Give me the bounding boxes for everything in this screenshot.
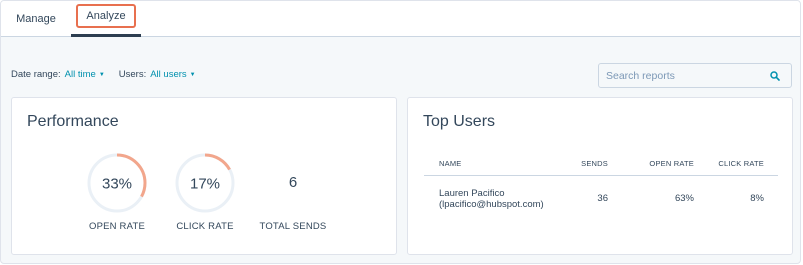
users-label: Users:	[118, 69, 147, 80]
user-cell: Lauren Pacifico (lpacifico@hubspot.com)	[424, 175, 554, 210]
click-rate-donut: 17%	[175, 153, 235, 213]
total-sends-label: TOTAL SENDS	[259, 221, 327, 232]
column-header-click-rate[interactable]: CLICK RATE	[694, 152, 778, 176]
total-sends-stat: 6 TOTAL SENDS	[252, 152, 334, 232]
tab-manage[interactable]: Manage	[9, 1, 63, 37]
performance-card: Performance 33% OPEN RATE 17% CLICK RATE…	[11, 97, 397, 255]
tab-analyze-label: Analyze	[76, 3, 136, 28]
click-rate-stat: 17% CLICK RATE	[165, 152, 245, 232]
top-users-title: Top Users	[423, 113, 496, 130]
search-input[interactable]	[599, 64, 769, 87]
tab-analyze[interactable]: Analyze	[71, 1, 141, 37]
tab-bar: Manage Analyze	[1, 1, 800, 37]
users-dropdown[interactable]: All users	[150, 69, 186, 80]
column-header-open-rate[interactable]: OPEN RATE	[608, 152, 694, 176]
chevron-down-icon[interactable]: ▼	[99, 72, 105, 78]
date-range-dropdown[interactable]: All time	[65, 69, 96, 80]
table-header-row: NAME SENDS OPEN RATE CLICK RATE	[424, 152, 778, 176]
user-email: (lpacifico@hubspot.com)	[439, 198, 544, 210]
open-rate-label: OPEN RATE	[89, 221, 145, 232]
column-header-sends[interactable]: SENDS	[554, 152, 608, 176]
total-sends-value: 6	[288, 174, 298, 191]
top-users-table: NAME SENDS OPEN RATE CLICK RATE Lauren P…	[424, 152, 778, 210]
reports-panel: Manage Analyze Date range: All time ▼ Us…	[0, 0, 801, 264]
top-users-card: Top Users NAME SENDS OPEN RATE CLICK RAT…	[407, 97, 793, 255]
open-rate-stat: 33% OPEN RATE	[77, 152, 157, 232]
search-box	[598, 63, 792, 88]
filter-bar: Date range: All time ▼ Users: All users …	[11, 69, 210, 80]
user-name: Lauren Pacifico	[439, 187, 505, 199]
sends-cell: 36	[597, 193, 608, 204]
date-range-label: Date range:	[11, 69, 61, 80]
open-rate-donut: 33%	[87, 153, 147, 213]
chevron-down-icon[interactable]: ▼	[190, 72, 196, 78]
performance-title: Performance	[27, 113, 119, 130]
table-row: Lauren Pacifico (lpacifico@hubspot.com) …	[424, 175, 778, 210]
click-rate-value: 17%	[190, 176, 220, 193]
column-header-name[interactable]: NAME	[424, 152, 554, 176]
search-icon[interactable]	[770, 71, 780, 81]
click-rate-cell: 8%	[750, 193, 764, 204]
click-rate-label: CLICK RATE	[176, 221, 234, 232]
open-rate-value: 33%	[102, 176, 132, 193]
open-rate-cell: 63%	[674, 193, 694, 204]
